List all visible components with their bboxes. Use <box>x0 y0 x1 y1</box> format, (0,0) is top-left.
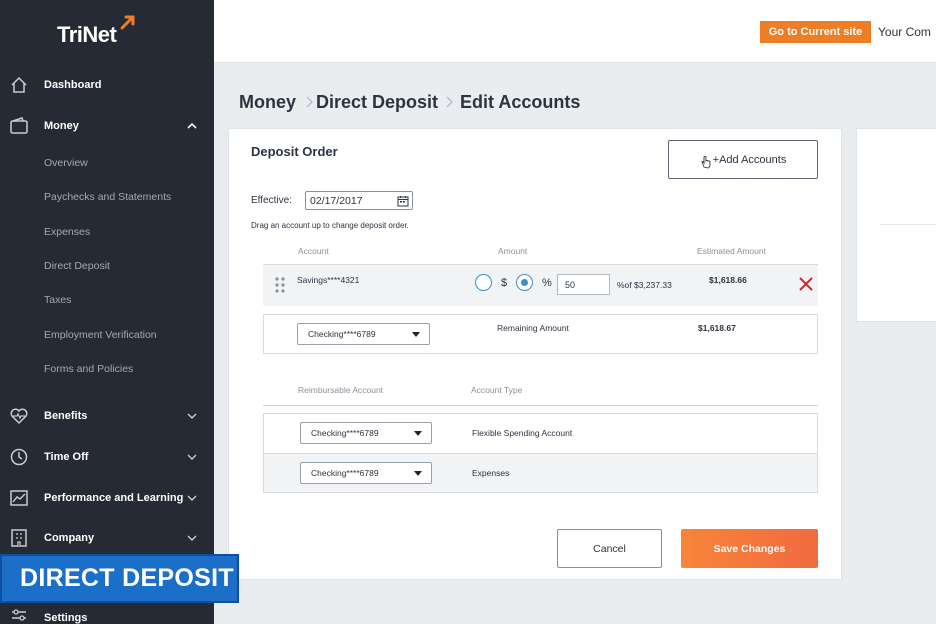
heart-pulse-icon <box>10 408 28 425</box>
percent-of-total: %of $3,237.33 <box>617 280 672 290</box>
sidebar-item-performance[interactable]: Performance and Learning <box>0 484 214 512</box>
sidebar-subitem-forms-policies[interactable]: Forms and Policies <box>44 363 133 375</box>
remaining-amount-label: Remaining Amount <box>497 323 569 333</box>
sidebar-item-label: Company <box>44 532 95 544</box>
drag-handle-icon[interactable] <box>274 276 286 294</box>
clock-icon <box>10 448 28 466</box>
breadcrumb-direct-deposit[interactable]: Direct Deposit <box>316 92 438 113</box>
wallet-icon <box>10 117 28 134</box>
chevron-down-icon[interactable] <box>186 492 198 504</box>
effective-label: Effective: <box>251 195 292 206</box>
column-header-amount: Amount <box>498 246 528 256</box>
logo-arrow-icon <box>120 15 135 30</box>
reimbursable-account-value: Checking****6789 <box>311 468 379 478</box>
sidebar-item-money[interactable]: Money <box>0 112 214 140</box>
sidebar-item-label: Benefits <box>44 410 88 422</box>
chevron-up-icon[interactable] <box>186 120 198 132</box>
caret-down-icon <box>412 332 420 337</box>
chevron-down-icon[interactable] <box>186 532 198 544</box>
column-header-account-type: Account Type <box>471 385 523 395</box>
caret-down-icon <box>414 471 422 476</box>
company-menu[interactable]: Your Com <box>878 25 931 39</box>
sidebar: TriNet Dashboard Money Overview Paycheck… <box>0 0 214 624</box>
percent-amount-value: 50 <box>565 279 576 290</box>
sidebar-subitem-overview[interactable]: Overview <box>44 157 88 169</box>
reimbursable-account-value: Checking****6789 <box>311 428 379 438</box>
account-type-text: Flexible Spending Account <box>472 428 573 438</box>
sidebar-item-company[interactable]: Company <box>0 524 214 552</box>
chevron-right-icon <box>306 96 313 108</box>
caret-down-icon <box>414 431 422 436</box>
divider <box>263 405 818 406</box>
calendar-icon[interactable] <box>397 195 409 207</box>
direct-deposit-banner: DIRECT DEPOSIT <box>0 554 239 603</box>
hand-cursor-icon <box>701 155 711 168</box>
effective-date-value: 02/17/2017 <box>310 194 363 207</box>
go-to-current-site-button[interactable]: Go to Current site <box>760 21 871 43</box>
chevron-right-icon <box>446 96 453 108</box>
company-icon <box>11 529 27 547</box>
add-accounts-button[interactable]: +Add Accounts <box>668 140 818 179</box>
chart-icon <box>10 490 28 506</box>
percent-radio[interactable] <box>516 274 533 291</box>
column-header-estimated: Estimated Amount <box>697 246 766 256</box>
checking-account-select[interactable]: Checking****6789 <box>297 323 430 345</box>
sidebar-subitem-expenses[interactable]: Expenses <box>44 226 90 238</box>
chevron-down-icon[interactable] <box>186 451 198 463</box>
sidebar-subitem-taxes[interactable]: Taxes <box>44 294 71 306</box>
breadcrumb-money[interactable]: Money <box>239 92 296 113</box>
reimbursable-account-select-1[interactable]: Checking****6789 <box>300 422 432 444</box>
percent-symbol: % <box>542 277 552 289</box>
chevron-down-icon[interactable] <box>186 410 198 422</box>
savings-estimated-amount: $1,618.66 <box>709 275 747 285</box>
sidebar-item-dashboard[interactable]: Dashboard <box>0 71 214 99</box>
drag-hint-text: Drag an account up to change deposit ord… <box>251 221 409 230</box>
cancel-button[interactable]: Cancel <box>557 529 662 568</box>
sidebar-item-label: Time Off <box>44 451 89 463</box>
sidebar-item-time-off[interactable]: Time Off <box>0 443 214 471</box>
dollar-symbol: $ <box>501 277 508 289</box>
column-header-account: Account <box>298 246 329 256</box>
save-changes-button[interactable]: Save Changes <box>681 529 818 568</box>
sidebar-item-label: Performance and Learning <box>44 492 184 504</box>
settings-icon <box>12 609 26 621</box>
effective-date-input[interactable]: 02/17/2017 <box>305 191 413 210</box>
deposit-order-title: Deposit Order <box>251 144 338 159</box>
percent-amount-input[interactable]: 50 <box>557 274 610 295</box>
add-accounts-label: +Add Accounts <box>712 153 787 166</box>
home-icon <box>11 76 27 93</box>
trinet-logo[interactable]: TriNet <box>57 22 117 48</box>
checking-account-value: Checking****6789 <box>308 329 376 339</box>
sidebar-subitem-employment-verification[interactable]: Employment Verification <box>44 329 157 341</box>
sidebar-item-settings[interactable]: Settings <box>44 612 87 624</box>
sidebar-item-label: Money <box>44 120 79 132</box>
remove-account-icon[interactable] <box>798 276 814 292</box>
checking-estimated-amount: $1,618.67 <box>698 323 736 333</box>
divider <box>880 224 936 225</box>
sidebar-subitem-paychecks[interactable]: Paychecks and Statements <box>44 191 171 203</box>
deposit-row-savings[interactable] <box>263 264 818 306</box>
sidebar-item-label: Dashboard <box>44 79 102 91</box>
sidebar-item-benefits[interactable]: Benefits <box>0 402 214 430</box>
sidebar-subitem-direct-deposit[interactable]: Direct Deposit <box>44 260 110 272</box>
savings-account-name: Savings****4321 <box>297 275 360 285</box>
dollar-radio[interactable] <box>475 274 492 291</box>
breadcrumb-edit-accounts: Edit Accounts <box>460 92 581 112</box>
column-header-reimbursable-account: Reimbursable Account <box>298 385 384 395</box>
reimbursable-account-select-2[interactable]: Checking****6789 <box>300 462 432 484</box>
side-panel <box>856 128 936 322</box>
account-type-text: Expenses <box>472 468 510 478</box>
